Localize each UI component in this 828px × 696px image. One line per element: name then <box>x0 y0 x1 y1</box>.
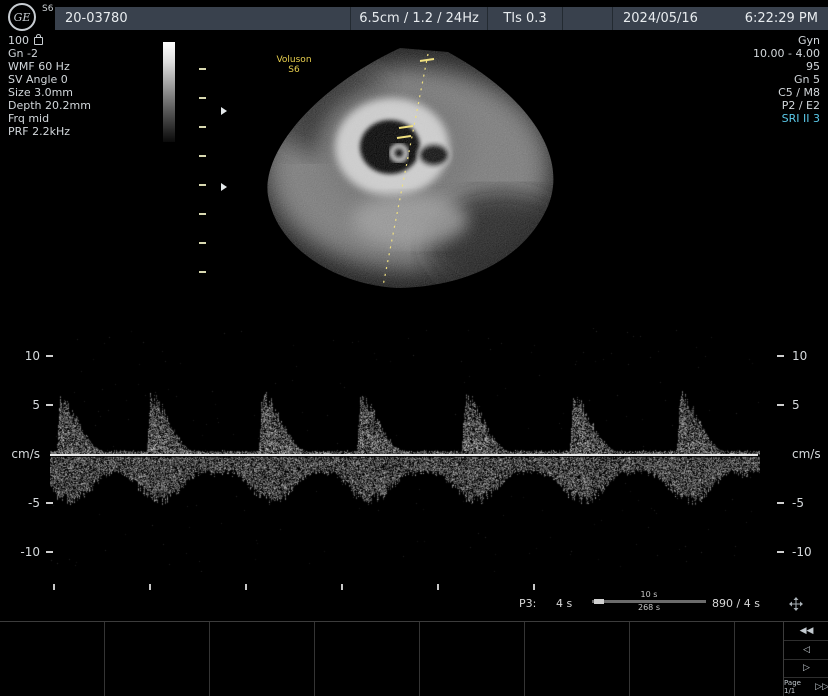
rewind-icon: ◀◀ <box>799 625 814 636</box>
param-power: 100 <box>8 34 91 47</box>
softkey-cell <box>735 622 783 696</box>
softkey-cell <box>420 622 525 696</box>
param-wmf: WMF 60 Hz <box>8 60 70 73</box>
param-curve-map: C5 / M8 <box>778 86 820 99</box>
page-forward-button[interactable]: Page 1/1 ▷▷ <box>784 678 828 696</box>
page-indicator: Page 1/1 <box>784 679 801 696</box>
loop-window-label: 10 s <box>640 590 658 599</box>
patient-id: 20-03780 <box>65 11 128 26</box>
param-prf: PRF 2.2kHz <box>8 125 71 138</box>
unit-label: cm/s <box>792 446 821 461</box>
softkey-cell <box>210 622 315 696</box>
fast-forward-icon: ▷▷ <box>815 682 828 693</box>
doppler-baseline <box>50 454 758 456</box>
rewind-button[interactable]: ◀◀ <box>784 622 828 641</box>
left-parameter-column: 100 Gn -2 WMF 60 Hz SV Angle 0 Size 3.0m… <box>8 34 91 138</box>
cine-scrollbar[interactable]: 10 s 268 s <box>590 591 708 615</box>
step-back-button[interactable]: ◁ <box>784 641 828 660</box>
b-mode-ultrasound-image <box>267 48 554 288</box>
param-quality: 95 <box>806 60 820 73</box>
preset-name: Gyn <box>797 34 820 47</box>
param-freq-range: 10.00 - 4.00 <box>753 47 820 60</box>
ultrasound-screen: GE S6 20-03780 6.5cm / 1.2 / 24Hz TIs 0.… <box>0 0 828 696</box>
cine-track[interactable] <box>592 599 706 604</box>
focus-marker-icon <box>221 107 227 115</box>
page-nav: ◀◀ ◁ ▷ Page 1/1 ▷▷ <box>783 621 828 696</box>
softkey-cell <box>0 622 105 696</box>
thermal-index: TIs 0.3 <box>487 7 562 30</box>
ge-logo: GE <box>8 3 36 31</box>
softkey-cell <box>315 622 420 696</box>
step-forward-icon: ▷ <box>803 663 810 674</box>
spectral-doppler-trace <box>50 328 760 572</box>
param-2d-gain: Gn 5 <box>794 73 820 86</box>
acquisition-params: 6.5cm / 1.2 / 24Hz <box>350 7 487 30</box>
date-label: 2024/05/16 <box>623 11 698 26</box>
param-gate-size: Size 3.0mm <box>8 86 74 99</box>
frame-info: 890 / 4 s <box>712 597 760 610</box>
doppler-scale-left: 10 5 cm/s -5 -10 <box>8 331 53 576</box>
param-persist-enhance: P2 / E2 <box>781 99 820 112</box>
param-frequency: Frq mid <box>8 112 50 125</box>
probe-badge: S6 <box>42 4 54 14</box>
softkey-cell <box>105 622 210 696</box>
time-axis-ticks <box>53 584 535 590</box>
param-gain: Gn -2 <box>8 47 38 60</box>
doppler-scale-right: 10 5 cm/s -5 -10 <box>777 331 824 576</box>
softkey-cell <box>525 622 630 696</box>
step-forward-button[interactable]: ▷ <box>784 660 828 679</box>
title-bar: 20-03780 6.5cm / 1.2 / 24Hz TIs 0.3 2024… <box>55 7 828 30</box>
unit-label: cm/s <box>11 446 40 461</box>
sweep-speed: 4 s <box>556 597 573 610</box>
softkey-menu <box>0 621 783 696</box>
softkey-cell <box>630 622 735 696</box>
param-depth: Depth 20.2mm <box>8 99 91 112</box>
loop-total-label: 268 s <box>638 603 660 612</box>
padlock-icon <box>34 34 43 45</box>
focus-marker-icon <box>221 183 227 191</box>
datetime-segment: 2024/05/16 6:22:29 PM <box>612 7 828 30</box>
pan-icon[interactable] <box>788 596 804 612</box>
topbar-spacer <box>562 7 612 30</box>
program-label: P3: <box>519 597 537 610</box>
step-back-icon: ◁ <box>803 644 810 655</box>
right-parameter-column: Gyn 10.00 - 4.00 95 Gn 5 C5 / M8 P2 / E2… <box>753 34 820 125</box>
param-sri: SRI II 3 <box>781 112 820 125</box>
cine-thumb[interactable] <box>594 599 604 604</box>
param-sv-angle: SV Angle 0 <box>8 73 68 86</box>
time-label: 6:22:29 PM <box>744 11 818 26</box>
depth-scale <box>199 68 206 300</box>
grayscale-bar <box>163 42 175 142</box>
